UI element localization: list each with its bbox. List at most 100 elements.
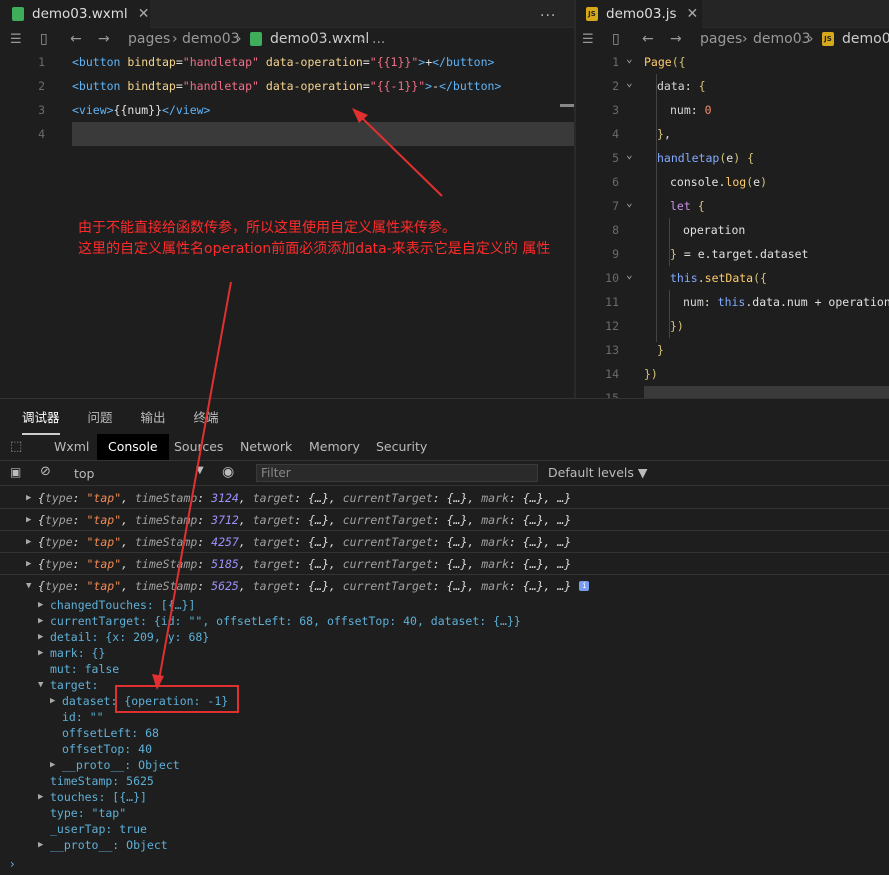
sidebar-toggle-icon[interactable]: ▣ [10,465,21,479]
code-line[interactable]: 8 operation [576,218,889,242]
code-line[interactable]: 6 console.log(e) [576,170,889,194]
tree-node-proto1[interactable]: ▶ __proto__: Object [50,757,180,773]
tab-security[interactable]: Security [376,439,427,454]
log-token: mark [481,490,509,505]
right-tab-bar: JS demo03.js ✕ [576,0,889,28]
collapsed-arrow-icon[interactable]: ▶ [26,537,38,547]
collapsed-arrow-icon[interactable]: ▶ [38,792,50,802]
bookmark-icon[interactable]: ▯ [612,31,620,47]
log-token: : {…}, [294,534,343,549]
log-entry[interactable]: ▶{type: "tap", timeStamp: 5185, target: … [0,553,889,575]
log-entry[interactable]: ▶{type: "tap", timeStamp: 3124, target: … [0,487,889,509]
code-line[interactable]: 7 let { [576,194,889,218]
console-prompt[interactable]: › [10,857,15,871]
tab-memory[interactable]: Memory [309,439,360,454]
tab-console[interactable]: Console [97,434,169,460]
code-token: = [362,55,370,69]
line-number: 9 [612,247,619,261]
collapsed-arrow-icon[interactable]: ▶ [38,600,50,610]
back-icon[interactable]: ← [70,31,82,47]
collapsed-arrow-icon[interactable]: ▶ [26,493,38,503]
code-line[interactable]: 2 <button bindtap="handletap" data-operat… [0,74,574,98]
forward-icon[interactable]: → [670,31,682,47]
tab-network[interactable]: Network [240,439,292,454]
fold-icon[interactable]: ⌄ [626,148,633,161]
list-icon[interactable]: ☰ [10,32,22,47]
tree-node-detail[interactable]: ▶ detail: {x: 209, y: 68} [38,629,209,645]
close-icon[interactable]: ✕ [138,6,150,22]
collapsed-arrow-icon[interactable]: ▶ [38,616,50,626]
tab-demo03-wxml[interactable]: demo03.wxml ✕ [0,0,150,28]
crumb-file[interactable]: demo03.wxml [270,31,369,47]
tab-sources[interactable]: Sources [174,439,223,454]
tab-debugger[interactable]: 调试器 [22,407,60,435]
code-line[interactable]: 9} = e.target.dataset [576,242,889,266]
tab-terminal[interactable]: 终端 [194,407,219,426]
log-entry[interactable]: ▼{type: "tap", timeStamp: 5625, target: … [0,575,889,597]
code-line[interactable]: 5 handletap(e) { [576,146,889,170]
tree-node-target[interactable]: ▼ target: [38,677,98,693]
dropdown-arrow-icon[interactable]: ▼ [196,465,204,476]
code-line[interactable]: 14}) [576,362,889,386]
inspect-icon[interactable]: ⬚ [10,439,22,454]
line-number: 12 [605,319,619,333]
clear-console-icon[interactable]: ⊘ [40,464,51,479]
back-icon[interactable]: ← [642,31,654,47]
log-levels-select[interactable]: Default levels ▼ [548,465,647,480]
fold-icon[interactable]: ⌄ [626,268,633,281]
tab-demo03-js[interactable]: JS demo03.js ✕ [576,0,702,28]
crumb-more[interactable]: ... [372,31,385,47]
collapsed-arrow-icon[interactable]: ▶ [50,696,62,706]
collapsed-arrow-icon[interactable]: ▶ [38,648,50,658]
crumb-pages[interactable]: pages [128,31,170,47]
code-line[interactable]: 1 <button bindtap="handletap" data-operat… [0,50,574,74]
context-select[interactable]: top [74,466,94,481]
code-line[interactable]: 10 this.setData({ [576,266,889,290]
code-line[interactable]: 3 <view>{{num}}</view> [0,98,574,122]
crumb-demo03[interactable]: demo03 [753,31,811,47]
crumb-pages[interactable]: pages [700,31,742,47]
forward-icon[interactable]: → [98,31,110,47]
tree-node-touches[interactable]: ▶ touches: [{…}] [38,789,147,805]
tree-node-proto2[interactable]: ▶ __proto__: Object [38,837,168,853]
crumb-demo03[interactable]: demo03 [182,31,240,47]
more-icon[interactable]: ... [540,4,556,20]
expanded-arrow-icon[interactable]: ▼ [26,581,38,591]
tree-node-text: offsetLeft: 68 [62,726,159,740]
fold-icon[interactable]: ⌄ [626,52,633,65]
collapsed-arrow-icon[interactable]: ▶ [26,559,38,569]
code-line[interactable]: 3 num: 0 [576,98,889,122]
code-line[interactable]: 13} [576,338,889,362]
tree-node-currenttarget[interactable]: ▶ currentTarget: {id: "", offsetLeft: 68,… [38,613,521,629]
log-entry[interactable]: ▶{type: "tap", timeStamp: 3712, target: … [0,509,889,531]
info-icon[interactable]: i [579,581,590,591]
fold-icon[interactable]: ⌄ [626,76,633,89]
collapsed-arrow-icon[interactable]: ▶ [50,760,62,770]
expanded-arrow-icon[interactable]: ▼ [38,680,50,690]
filter-input[interactable]: Filter [256,464,538,482]
collapsed-arrow-icon[interactable]: ▶ [38,840,50,850]
collapsed-arrow-icon[interactable]: ▶ [38,632,50,642]
code-line[interactable]: 1 Page({ [576,50,889,74]
code-line[interactable]: 4 [0,122,574,146]
list-icon[interactable]: ☰ [582,32,594,47]
line-number: 3 [38,103,45,117]
tab-wxml[interactable]: Wxml [54,439,89,454]
tree-node-changedtouches[interactable]: ▶ changedTouches: [{…}] [38,597,195,613]
code-line[interactable]: 11 num: this.data.num + operation [576,290,889,314]
tree-node-usertap: _userTap: true [38,821,147,837]
tab-output[interactable]: 输出 [141,407,166,426]
crumb-file[interactable]: demo0 [842,31,889,47]
code-line[interactable]: 2 data: { [576,74,889,98]
collapsed-arrow-icon[interactable]: ▶ [26,515,38,525]
close-icon[interactable]: ✕ [687,6,699,22]
code-line[interactable]: 4}, [576,122,889,146]
code-line[interactable]: 15 [576,386,889,398]
bookmark-icon[interactable]: ▯ [40,31,48,47]
tab-issues[interactable]: 问题 [88,407,113,426]
log-entry[interactable]: ▶{type: "tap", timeStamp: 4257, target: … [0,531,889,553]
code-line[interactable]: 12}) [576,314,889,338]
fold-icon[interactable]: ⌄ [626,196,633,209]
eye-icon[interactable]: ◉ [222,464,234,480]
tree-node-mark[interactable]: ▶ mark: {} [38,645,105,661]
